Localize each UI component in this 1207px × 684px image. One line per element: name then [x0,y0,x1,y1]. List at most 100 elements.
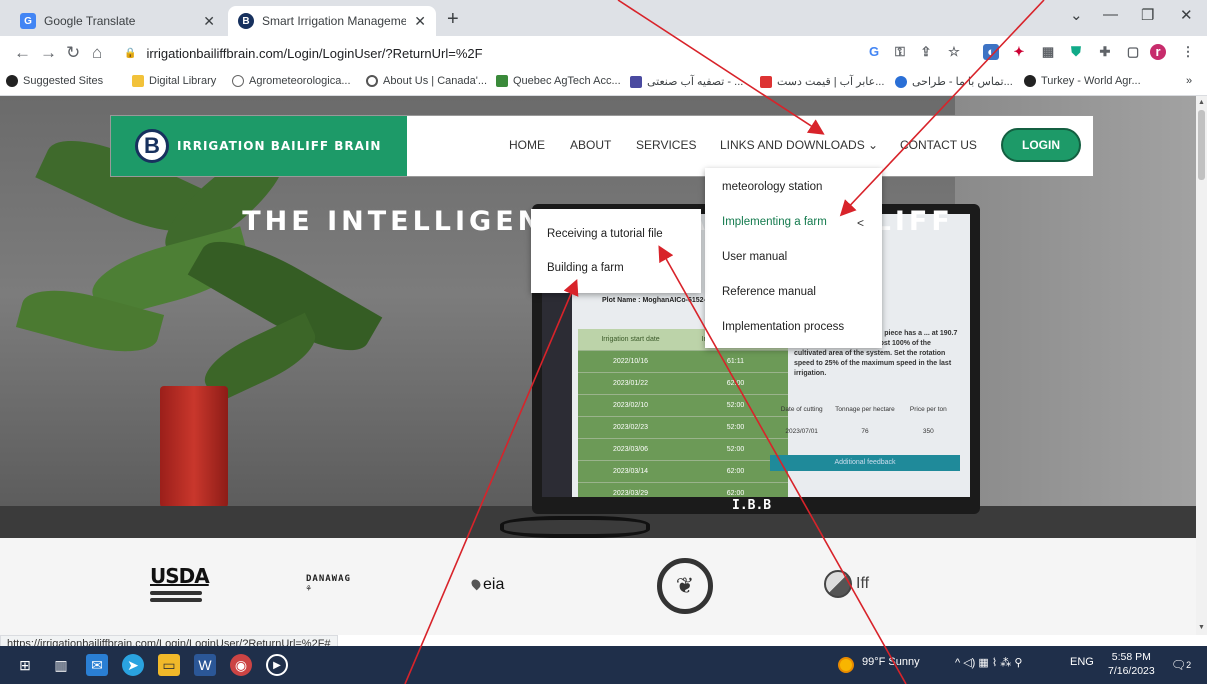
scroll-thumb[interactable] [1198,110,1205,180]
file-explorer-icon[interactable]: ▭ [158,654,180,676]
close-tab-icon[interactable]: ✕ [203,13,215,30]
table-row: 2023/03/06 52:00 [578,439,788,461]
chevron-left-icon: < [857,216,865,230]
mail-icon[interactable]: ✉ [86,654,108,676]
profile-avatar[interactable]: r [1150,44,1166,60]
url-text: irrigationbailiffbrain.com/Login/LoginUs… [146,45,483,61]
bookmark-item[interactable]: تماس با ما - طراحی... [895,75,1013,88]
table-row: 2023/02/10 52:00 [578,395,788,417]
leaf-logo-icon: ❦ [657,558,713,614]
clock[interactable]: 5:58 PM 7/16/2023 [1108,650,1155,678]
obin-icon [630,75,642,88]
extension-icon[interactable]: ◐ [983,44,999,60]
page-scrollbar[interactable]: ▲ ▼ [1196,96,1207,635]
table-row: 2023/03/29 62:00 [578,483,788,497]
minimize-button[interactable]: — [1103,6,1118,23]
bookmark-item[interactable]: تصفیه آب صنعتی - ... [630,75,743,88]
tab-google-translate[interactable]: G Google Translate ✕ [10,6,225,36]
agtech-icon [496,75,508,87]
windows-start-icon[interactable]: ⊞ [14,654,36,676]
warning-icon [760,75,772,88]
tray-icons[interactable]: ^ ◁) ▦ ⌇ ⁂ ⚲ [955,656,1022,669]
scroll-up-icon[interactable]: ▲ [1198,99,1205,106]
menu-item-receiving-tutorial-file[interactable]: Receiving a tutorial file [547,228,663,240]
menu-item-meteorology-station[interactable]: meteorology station [722,181,822,193]
bookmarks-more-icon[interactable]: » [1186,75,1192,87]
tab-title: Google Translate [44,14,136,28]
weather-text[interactable]: 99°F Sunny [862,656,920,668]
agro-icon [232,75,244,87]
bookmark-item[interactable]: Agrometeorologica... [232,75,351,87]
sidebar-icon[interactable]: ▢ [1125,44,1141,60]
qr-icon[interactable]: ▦ [1040,44,1056,60]
bookmark-item[interactable]: Quebec AgTech Acc... [496,75,621,87]
menu-item-implementation-process[interactable]: Implementation process [722,321,844,333]
url-input[interactable]: 🔒 irrigationbailiffbrain.com/Login/Login… [124,40,844,66]
menu-item-implementing-a-farm[interactable]: Implementing a farm [722,216,827,228]
menu-icon[interactable]: ⋮ [1180,44,1196,60]
additional-feedback-button: Additional feedback [770,455,960,471]
tab-smart-irrigation[interactable]: B Smart Irrigation Management: Ea ✕ [228,6,436,36]
media-player-icon[interactable]: ▶ [266,654,288,676]
bookmarks-bar: Suggested Sites Digital Library Agromete… [0,70,1207,96]
web-page: Plot Name : MoghanAICo-6152-Crpt Irrigat… [0,96,1196,635]
nav-contact-us[interactable]: CONTACT US [900,138,977,152]
back-icon[interactable]: ← [14,43,31,63]
tab-search-icon[interactable]: ⌄ [1070,6,1083,24]
nav-about[interactable]: ABOUT [570,138,611,152]
bookmark-item[interactable]: Digital Library [132,75,216,87]
bookmark-item[interactable]: About Us | Canada'... [366,75,487,87]
circle-icon [366,75,378,87]
restore-button[interactable]: ❐ [1141,6,1154,24]
extension-icon[interactable]: ✦ [1011,44,1027,60]
bookmark-item[interactable]: Suggested Sites [6,75,103,87]
glasses [500,516,650,538]
google-translate-icon: G [20,13,36,29]
chrome-icon[interactable]: ◉ [230,654,252,676]
plot-name: Plot Name : MoghanAICo-6152-Crpt [602,297,721,304]
address-bar-row: ← → ↻ ⌂ 🔒 irrigationbailiffbrain.com/Log… [0,36,1207,70]
share-icon[interactable]: ⇪ [918,44,934,60]
bookmark-item[interactable]: Turkey - World Agr... [1024,75,1141,87]
weather-sun-icon [838,657,854,673]
usda-logo: USDA [150,564,210,612]
new-tab-button[interactable]: + [447,8,459,31]
google-icon[interactable]: G [866,44,882,60]
menu-item-reference-manual[interactable]: Reference manual [722,286,816,298]
nav-home[interactable]: HOME [509,138,545,152]
flower-pot [160,386,228,511]
notification-icon[interactable]: 🗨 2 [1170,654,1192,676]
key-icon[interactable]: ⚿ [892,44,908,60]
bookmark-item[interactable]: عابر آب | قیمت دست... [760,75,884,88]
telegram-icon[interactable]: ➤ [122,654,144,676]
nav-services[interactable]: SERVICES [636,138,696,152]
bookmark-star-icon[interactable]: ☆ [946,44,962,60]
tab-title: Smart Irrigation Management: Ea [262,14,407,28]
menu-item-building-a-farm[interactable]: Building a farm [547,262,624,274]
word-icon[interactable]: W [194,654,216,676]
globe-icon [1024,75,1036,87]
home-icon[interactable]: ⌂ [92,43,102,63]
menu-item-user-manual[interactable]: User manual [722,251,787,263]
puzzle-icon[interactable]: ✚ [1097,44,1113,60]
reload-icon[interactable]: ↻ [66,43,80,63]
partners-strip: USDA DANAWAG ⚘ eia ❦ Iff [0,538,1196,635]
shield-icon[interactable]: ⛊ [1068,44,1084,60]
table-row: 2023/02/23 52:00 [578,417,788,439]
eia-logo: eia [469,576,504,594]
language-indicator[interactable]: ENG [1070,656,1094,668]
close-tab-icon[interactable]: ✕ [414,13,426,30]
scroll-down-icon[interactable]: ▼ [1198,624,1205,631]
links-dropdown-menu: meteorology station Implementing a farm … [705,168,882,348]
forward-icon[interactable]: → [40,43,57,63]
drop-icon [469,577,483,591]
task-view-icon[interactable]: ▥ [50,654,72,676]
browser-tab-strip: G Google Translate ✕ B Smart Irrigation … [0,0,1207,36]
login-button[interactable]: LOGIN [1001,128,1081,162]
logo-text: IRRIGATION BAILIFF BRAIN [177,139,382,153]
site-logo[interactable]: B IRRIGATION BAILIFF BRAIN [111,116,407,176]
site-header: B IRRIGATION BAILIFF BRAIN HOME ABOUT SE… [110,115,1094,177]
nav-links-and-downloads[interactable]: LINKS AND DOWNLOADS ⌄ [720,138,878,152]
close-window-button[interactable]: ✕ [1180,6,1193,24]
chevron-down-icon: ⌄ [868,138,879,152]
